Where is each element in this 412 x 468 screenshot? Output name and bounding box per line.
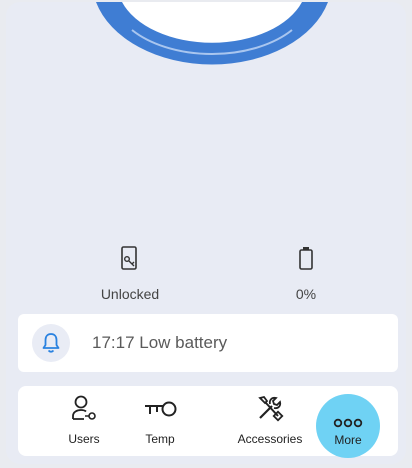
notification-text: 17:17 Low battery	[92, 333, 228, 352]
nav-more[interactable]: More	[316, 394, 380, 458]
nav-users-label: Users	[68, 432, 100, 446]
lock-ring[interactable]	[6, 2, 406, 242]
nav-more-label: More	[334, 433, 362, 447]
bell-icon	[32, 324, 70, 362]
more-dots-icon	[316, 394, 380, 428]
nav-accessories-label: Accessories	[237, 432, 303, 446]
phone-key-icon	[60, 246, 200, 272]
user-key-icon	[54, 386, 114, 424]
app-screen: Unlocked 0% 17:17 Low battery Users Temp…	[6, 2, 406, 464]
tools-icon	[222, 386, 318, 424]
battery-level-label: 0%	[295, 286, 317, 302]
nav-temp[interactable]: Temp	[130, 386, 190, 456]
battery-icon	[236, 246, 376, 272]
nav-temp-label: Temp	[145, 432, 175, 446]
battery-status: 0%	[236, 246, 376, 302]
lock-status-label: Unlocked	[100, 286, 160, 302]
lock-status: Unlocked	[60, 246, 200, 302]
bottom-nav: Users Temp Accessories More	[18, 386, 398, 458]
nav-users[interactable]: Users	[54, 386, 114, 456]
notification-card[interactable]: 17:17 Low battery	[18, 314, 398, 372]
nav-accessories[interactable]: Accessories	[222, 386, 318, 456]
temp-key-icon	[130, 386, 190, 424]
